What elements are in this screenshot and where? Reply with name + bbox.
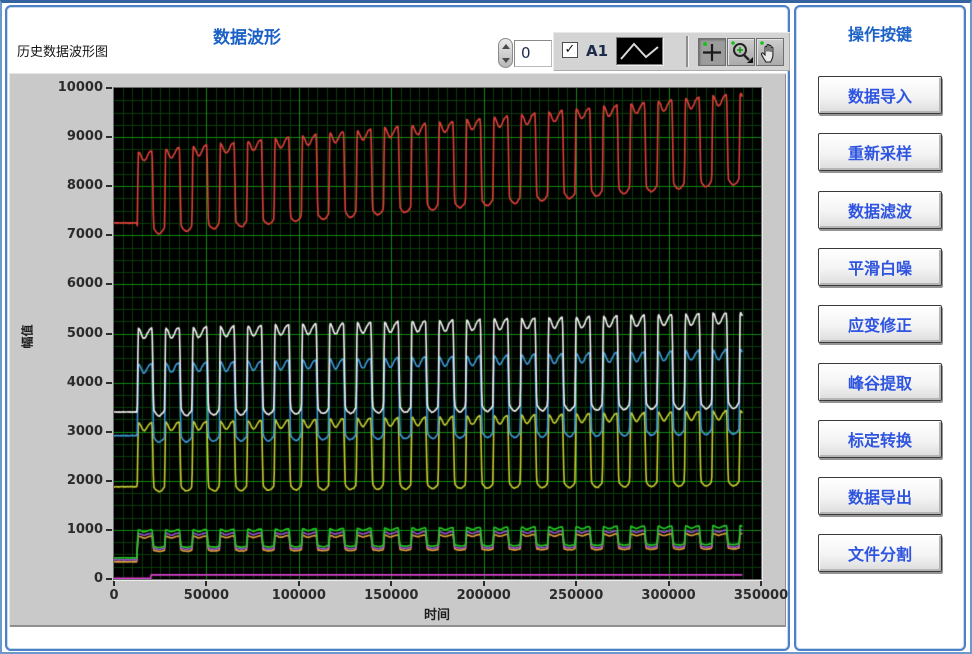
- y-tick-label: 7000: [15, 227, 103, 242]
- action-button-7[interactable]: 标定转换: [818, 420, 942, 458]
- channel-label: A1: [586, 42, 608, 60]
- waveform-chart: 幅值 0100020003000400050006000700080009000…: [9, 73, 786, 627]
- toolbar-divider: [686, 36, 688, 67]
- plot-index-input[interactable]: 0: [514, 40, 552, 67]
- y-tick-label: 10000: [15, 80, 103, 95]
- x-tick-mark: [575, 581, 577, 586]
- y-tick-mark: [106, 283, 112, 285]
- y-tick-mark: [106, 333, 112, 335]
- x-tick-label: 150000: [346, 588, 436, 603]
- action-button-1[interactable]: 数据导入: [818, 76, 942, 114]
- y-tick-label: 9000: [15, 129, 103, 144]
- x-tick-label: 300000: [624, 588, 714, 603]
- action-panel: 操作按键 数据导入重新采样数据滤波平滑白噪应变修正峰谷提取标定转换数据导出文件分…: [794, 5, 966, 651]
- graph-toolbar: ✓ A1: [553, 32, 790, 71]
- x-tick-mark: [113, 581, 115, 586]
- app-window: 数据波形 历史数据波形图 0 ✓ A1: [0, 0, 972, 654]
- y-tick-mark: [106, 234, 112, 236]
- x-tick-label: 250000: [531, 588, 621, 603]
- y-tick-mark: [106, 480, 112, 482]
- x-axis-label: 时间: [337, 604, 537, 623]
- cursor-move-tool-button[interactable]: [698, 38, 726, 66]
- y-tick-mark: [106, 578, 112, 580]
- x-tick-label: 350000: [716, 588, 806, 603]
- y-tick-mark: [106, 382, 112, 384]
- x-tick-label: 200000: [439, 588, 529, 603]
- x-tick-mark: [668, 581, 670, 586]
- action-button-6[interactable]: 峰谷提取: [818, 363, 942, 401]
- y-tick-label: 8000: [15, 178, 103, 193]
- x-tick-mark: [205, 581, 207, 586]
- x-tick-mark: [298, 581, 300, 586]
- x-tick-mark: [390, 581, 392, 586]
- hand-icon: [757, 39, 783, 65]
- chart-caption-label: 历史数据波形图: [17, 41, 108, 60]
- action-button-3[interactable]: 数据滤波: [818, 191, 942, 229]
- action-panel-title: 操作按键: [796, 21, 964, 45]
- magnifier-icon: [728, 39, 754, 65]
- y-tick-label: 0: [15, 571, 103, 586]
- channel-checkbox[interactable]: ✓: [562, 42, 578, 58]
- plot-legend-button[interactable]: [616, 37, 663, 65]
- plot-index-spinner[interactable]: [498, 38, 513, 68]
- x-tick-label: 0: [69, 588, 159, 603]
- action-button-4[interactable]: 平滑白噪: [818, 248, 942, 286]
- crosshair-icon: [699, 39, 725, 65]
- x-tick-mark: [760, 581, 762, 586]
- pan-tool-button[interactable]: [756, 38, 784, 66]
- x-tick-label: 50000: [161, 588, 251, 603]
- y-tick-label: 2000: [15, 473, 103, 488]
- waveform-panel: 数据波形 历史数据波形图 0 ✓ A1: [5, 5, 790, 651]
- plot-area[interactable]: [114, 88, 761, 579]
- zoom-tool-button[interactable]: [727, 38, 755, 66]
- x-tick-label: 100000: [254, 588, 344, 603]
- action-button-8[interactable]: 数据导出: [818, 477, 942, 515]
- y-tick-label: 3000: [15, 424, 103, 439]
- action-button-9[interactable]: 文件分割: [818, 534, 942, 572]
- action-button-2[interactable]: 重新采样: [818, 133, 942, 171]
- y-tick-label: 1000: [15, 522, 103, 537]
- y-tick-mark: [106, 87, 112, 89]
- y-tick-label: 6000: [15, 276, 103, 291]
- plot-frame: [113, 87, 762, 580]
- spinner-down-icon[interactable]: [502, 58, 510, 63]
- y-tick-mark: [106, 431, 112, 433]
- x-tick-mark: [483, 581, 485, 586]
- y-tick-label: 5000: [15, 326, 103, 341]
- y-tick-mark: [106, 185, 112, 187]
- action-button-5[interactable]: 应变修正: [818, 305, 942, 343]
- y-tick-label: 4000: [15, 375, 103, 390]
- y-tick-mark: [106, 136, 112, 138]
- y-tick-mark: [106, 529, 112, 531]
- waveform-line-icon: [617, 38, 662, 64]
- spinner-up-icon[interactable]: [502, 44, 510, 49]
